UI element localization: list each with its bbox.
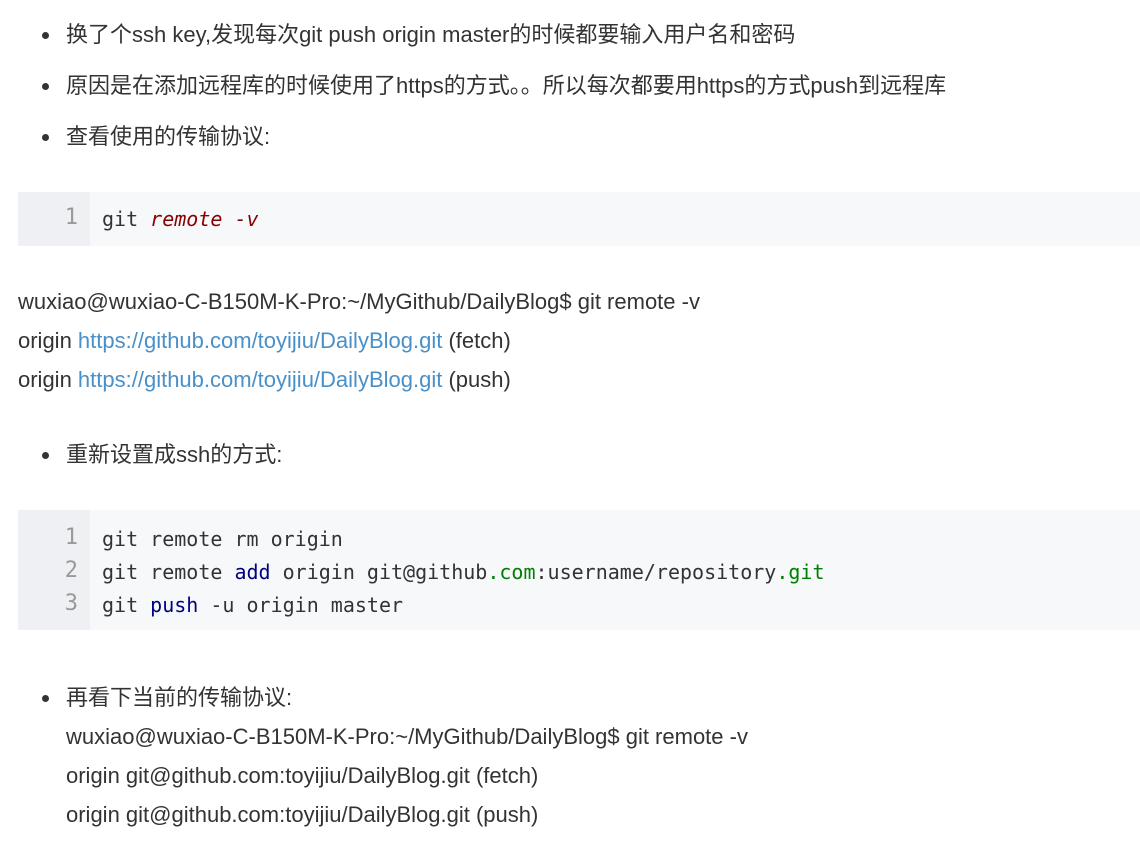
line-number: 1 bbox=[64, 205, 78, 230]
code-line: git push -u origin master bbox=[102, 593, 403, 617]
push-url-link[interactable]: https://github.com/toyijiu/DailyBlog.git bbox=[78, 367, 442, 392]
fetch-url-link[interactable]: https://github.com/toyijiu/DailyBlog.git bbox=[78, 328, 442, 353]
bullet-dot bbox=[42, 134, 49, 141]
line-number: 2 bbox=[64, 558, 78, 583]
code-token: origin git@github bbox=[270, 560, 488, 584]
remote-name: origin bbox=[18, 328, 78, 353]
remote-type: (push) bbox=[442, 367, 511, 392]
list-item-text: 再看下当前的传输协议: bbox=[66, 685, 293, 710]
code-block: 1 git remote -v bbox=[18, 192, 1140, 246]
terminal-prompt-line: wuxiao@wuxiao-C-B150M-K-Pro:~/MyGithub/D… bbox=[18, 289, 700, 314]
bullet-dot bbox=[42, 32, 49, 39]
list-item-text: 查看使用的传输协议: bbox=[66, 124, 271, 149]
code-token: .com bbox=[487, 560, 536, 584]
remote-push-line: origin git@github.com:toyijiu/DailyBlog.… bbox=[66, 802, 539, 827]
code-token: remote -v bbox=[150, 207, 259, 231]
code-token: git bbox=[102, 207, 151, 231]
terminal-prompt-line: wuxiao@wuxiao-C-B150M-K-Pro:~/MyGithub/D… bbox=[66, 724, 748, 749]
line-number-gutter: 1 2 3 bbox=[18, 510, 90, 630]
code-block: 1 2 3 git remote rm origin git remote ad… bbox=[18, 510, 1140, 630]
line-number-gutter: 1 bbox=[18, 192, 90, 246]
list-item-text: 换了个ssh key,发现每次git push origin master的时候… bbox=[66, 22, 796, 47]
line-number: 3 bbox=[64, 591, 78, 616]
code-token: -u origin master bbox=[198, 593, 404, 617]
code-token: add bbox=[234, 560, 271, 584]
article-content: 换了个ssh key,发现每次git push origin master的时候… bbox=[0, 0, 1140, 858]
list-item-text: 原因是在添加远程库的时候使用了https的方式。。所以每次都要用https的方式… bbox=[66, 73, 947, 98]
code-token: :username/repository bbox=[535, 560, 777, 584]
remote-name: origin bbox=[18, 367, 78, 392]
remote-push-line: origin https://github.com/toyijiu/DailyB… bbox=[18, 365, 511, 395]
code-token: push bbox=[150, 593, 199, 617]
line-number: 1 bbox=[64, 525, 78, 550]
code-line: git remote add origin git@github.com:use… bbox=[102, 560, 825, 584]
remote-fetch-line: origin git@github.com:toyijiu/DailyBlog.… bbox=[66, 763, 539, 788]
code-token: git remote bbox=[102, 560, 235, 584]
code-line: git remote -v bbox=[102, 207, 259, 231]
bullet-dot bbox=[42, 452, 49, 459]
remote-fetch-line: origin https://github.com/toyijiu/DailyB… bbox=[18, 326, 511, 356]
code-line: git remote rm origin bbox=[102, 527, 343, 551]
remote-type: (fetch) bbox=[442, 328, 511, 353]
bullet-dot bbox=[42, 695, 49, 702]
list-item-text: 重新设置成ssh的方式: bbox=[66, 442, 283, 467]
code-token: .git bbox=[776, 560, 825, 584]
bullet-dot bbox=[42, 83, 49, 90]
code-token: git bbox=[102, 593, 151, 617]
